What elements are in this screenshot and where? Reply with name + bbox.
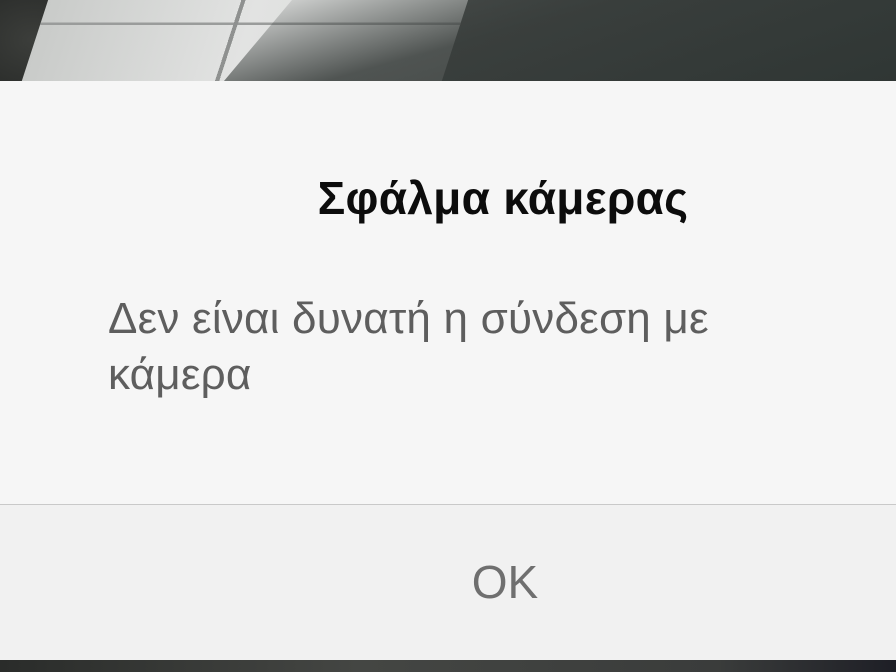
preview-bottom-strip [0, 660, 896, 672]
dialog-button-bar: OK [0, 505, 896, 660]
ok-button-label: OK [471, 556, 539, 608]
ok-button[interactable]: OK [0, 505, 896, 660]
dialog-message: Δεν είναι δυνατή η σύνδεση με κάμερα [108, 294, 709, 399]
dialog-title: Σφάλμα κάμερας [317, 172, 689, 224]
camera-error-dialog: Σφάλμα κάμερας Δεν είναι δυνατή η σύνδεσ… [0, 81, 896, 660]
